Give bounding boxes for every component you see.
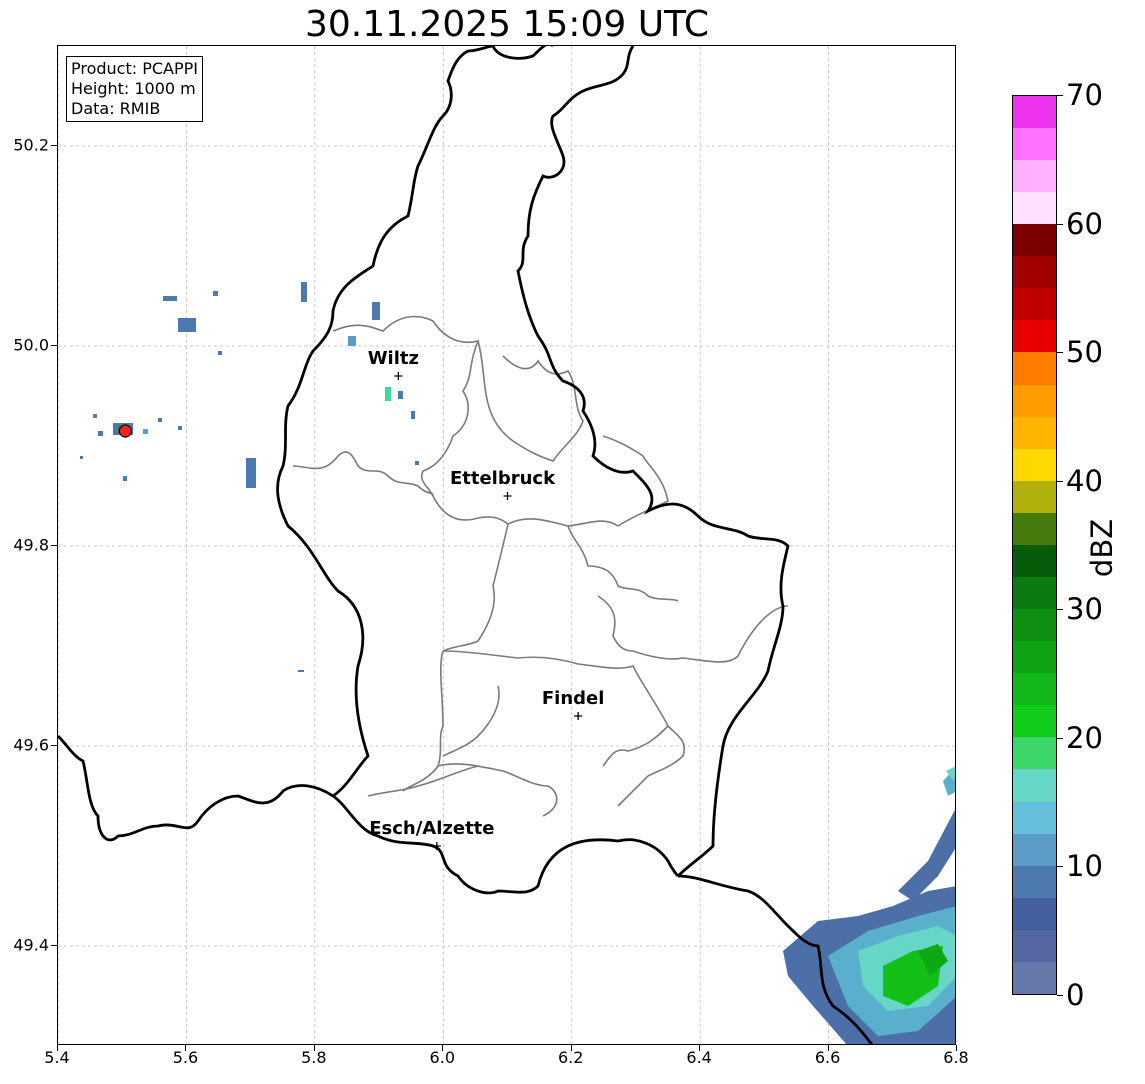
colorbar-tick-mark bbox=[1057, 480, 1063, 482]
colorbar-tick-mark bbox=[1057, 995, 1063, 996]
y-tick-mark bbox=[51, 945, 57, 946]
x-tick-mark bbox=[699, 1045, 701, 1051]
radar-site-marker[interactable] bbox=[118, 424, 133, 438]
x-tick-mark bbox=[313, 1045, 315, 1051]
map-panel: Wiltz Ettelbruck Findel Esch/Alzette bbox=[57, 45, 956, 1045]
height-line: Height: 1000 m bbox=[71, 79, 196, 98]
radar-map: Wiltz Ettelbruck Findel Esch/Alzette bbox=[58, 46, 955, 1044]
colorbar-segment bbox=[1013, 224, 1056, 257]
colorbar-segment bbox=[1013, 801, 1056, 834]
colorbar-segment bbox=[1013, 288, 1056, 321]
colorbar-tick-mark bbox=[1057, 223, 1063, 225]
y-tick-mark bbox=[51, 545, 57, 546]
y-tick-mark bbox=[51, 345, 57, 346]
colorbar-segment bbox=[1013, 961, 1056, 994]
x-tick-mark bbox=[570, 1045, 572, 1051]
precipitation-echoes-southeast bbox=[783, 766, 955, 1044]
colorbar-segment bbox=[1013, 673, 1056, 706]
colorbar-tick-mark bbox=[1057, 737, 1063, 739]
colorbar-segment bbox=[1013, 127, 1056, 160]
colorbar-tick-label: 60 bbox=[1066, 206, 1103, 241]
grid-lines bbox=[58, 46, 955, 1044]
data-source-line: Data: RMIB bbox=[71, 99, 161, 118]
colorbar-segment bbox=[1013, 320, 1056, 353]
x-tick-mark bbox=[956, 1045, 957, 1051]
colorbar-segment bbox=[1013, 448, 1056, 481]
colorbar-segment bbox=[1013, 833, 1056, 866]
colorbar-segment bbox=[1013, 929, 1056, 962]
colorbar-tick-mark bbox=[1057, 95, 1063, 96]
product-info-box: Product: PCAPPI Height: 1000 m Data: RMI… bbox=[66, 56, 204, 122]
city-markers: Wiltz Ettelbruck Findel Esch/Alzette bbox=[368, 348, 605, 850]
colorbar-segment bbox=[1013, 641, 1056, 674]
y-tick-label: 49.8 bbox=[13, 535, 49, 555]
y-tick-label: 49.6 bbox=[13, 735, 49, 755]
map-title: 30.11.2025 15:09 UTC bbox=[304, 4, 710, 45]
colorbar-segment bbox=[1013, 352, 1056, 385]
city-label: Findel bbox=[542, 688, 605, 709]
colorbar-segment bbox=[1013, 769, 1056, 802]
colorbar-tick-label: 40 bbox=[1066, 463, 1103, 498]
national-borders bbox=[58, 46, 874, 1044]
canton-boundaries bbox=[292, 315, 789, 817]
city-findel: Findel bbox=[542, 688, 605, 720]
y-tick-label: 50.2 bbox=[13, 135, 49, 155]
y-tick-mark bbox=[51, 745, 57, 746]
colorbar-label: dBZ bbox=[1085, 518, 1119, 578]
x-tick-mark bbox=[827, 1045, 829, 1051]
colorbar-tick-label: 10 bbox=[1066, 849, 1103, 884]
colorbar-segment bbox=[1013, 384, 1056, 417]
colorbar-tick-label: 0 bbox=[1066, 978, 1085, 1012]
y-tick-label: 49.4 bbox=[13, 935, 49, 955]
city-marker-cross bbox=[503, 492, 512, 500]
colorbar-segment bbox=[1013, 609, 1056, 642]
colorbar-segment bbox=[1013, 512, 1056, 545]
colorbar-segment bbox=[1013, 480, 1056, 513]
colorbar-tick-label: 70 bbox=[1066, 78, 1103, 112]
colorbar-segment bbox=[1013, 897, 1056, 930]
city-label: Wiltz bbox=[368, 348, 419, 369]
city-label: Ettelbruck bbox=[450, 468, 556, 489]
city-label: Esch/Alzette bbox=[369, 818, 494, 839]
colorbar-tick-mark bbox=[1057, 352, 1063, 354]
city-marker-cross bbox=[394, 372, 403, 380]
city-wiltz: Wiltz bbox=[368, 348, 419, 380]
x-tick-mark bbox=[442, 1045, 444, 1051]
clutter-echoes bbox=[80, 282, 419, 672]
y-tick-label: 50.0 bbox=[13, 335, 49, 355]
colorbar-segment bbox=[1013, 159, 1056, 193]
colorbar-segment bbox=[1013, 192, 1056, 225]
colorbar-segment bbox=[1013, 576, 1056, 610]
colorbar bbox=[1012, 95, 1057, 995]
x-tick-mark bbox=[185, 1045, 187, 1051]
colorbar-segment bbox=[1013, 705, 1056, 738]
city-marker-cross bbox=[574, 712, 583, 720]
colorbar-segment bbox=[1013, 256, 1056, 289]
colorbar-segment bbox=[1013, 544, 1056, 577]
colorbar-segment bbox=[1013, 95, 1056, 128]
product-line: Product: PCAPPI bbox=[71, 59, 199, 78]
colorbar-segment bbox=[1013, 865, 1056, 898]
city-ettelbruck: Ettelbruck bbox=[450, 468, 556, 500]
colorbar-segment bbox=[1013, 416, 1056, 449]
colorbar-tick-mark bbox=[1057, 866, 1063, 868]
colorbar-tick-label: 30 bbox=[1066, 592, 1103, 627]
colorbar-tick-mark bbox=[1057, 609, 1063, 611]
y-tick-mark bbox=[51, 145, 57, 146]
colorbar-tick-label: 50 bbox=[1066, 335, 1103, 370]
x-tick-mark bbox=[57, 1045, 58, 1051]
colorbar-segment bbox=[1013, 737, 1056, 770]
colorbar-tick-label: 20 bbox=[1066, 720, 1103, 755]
